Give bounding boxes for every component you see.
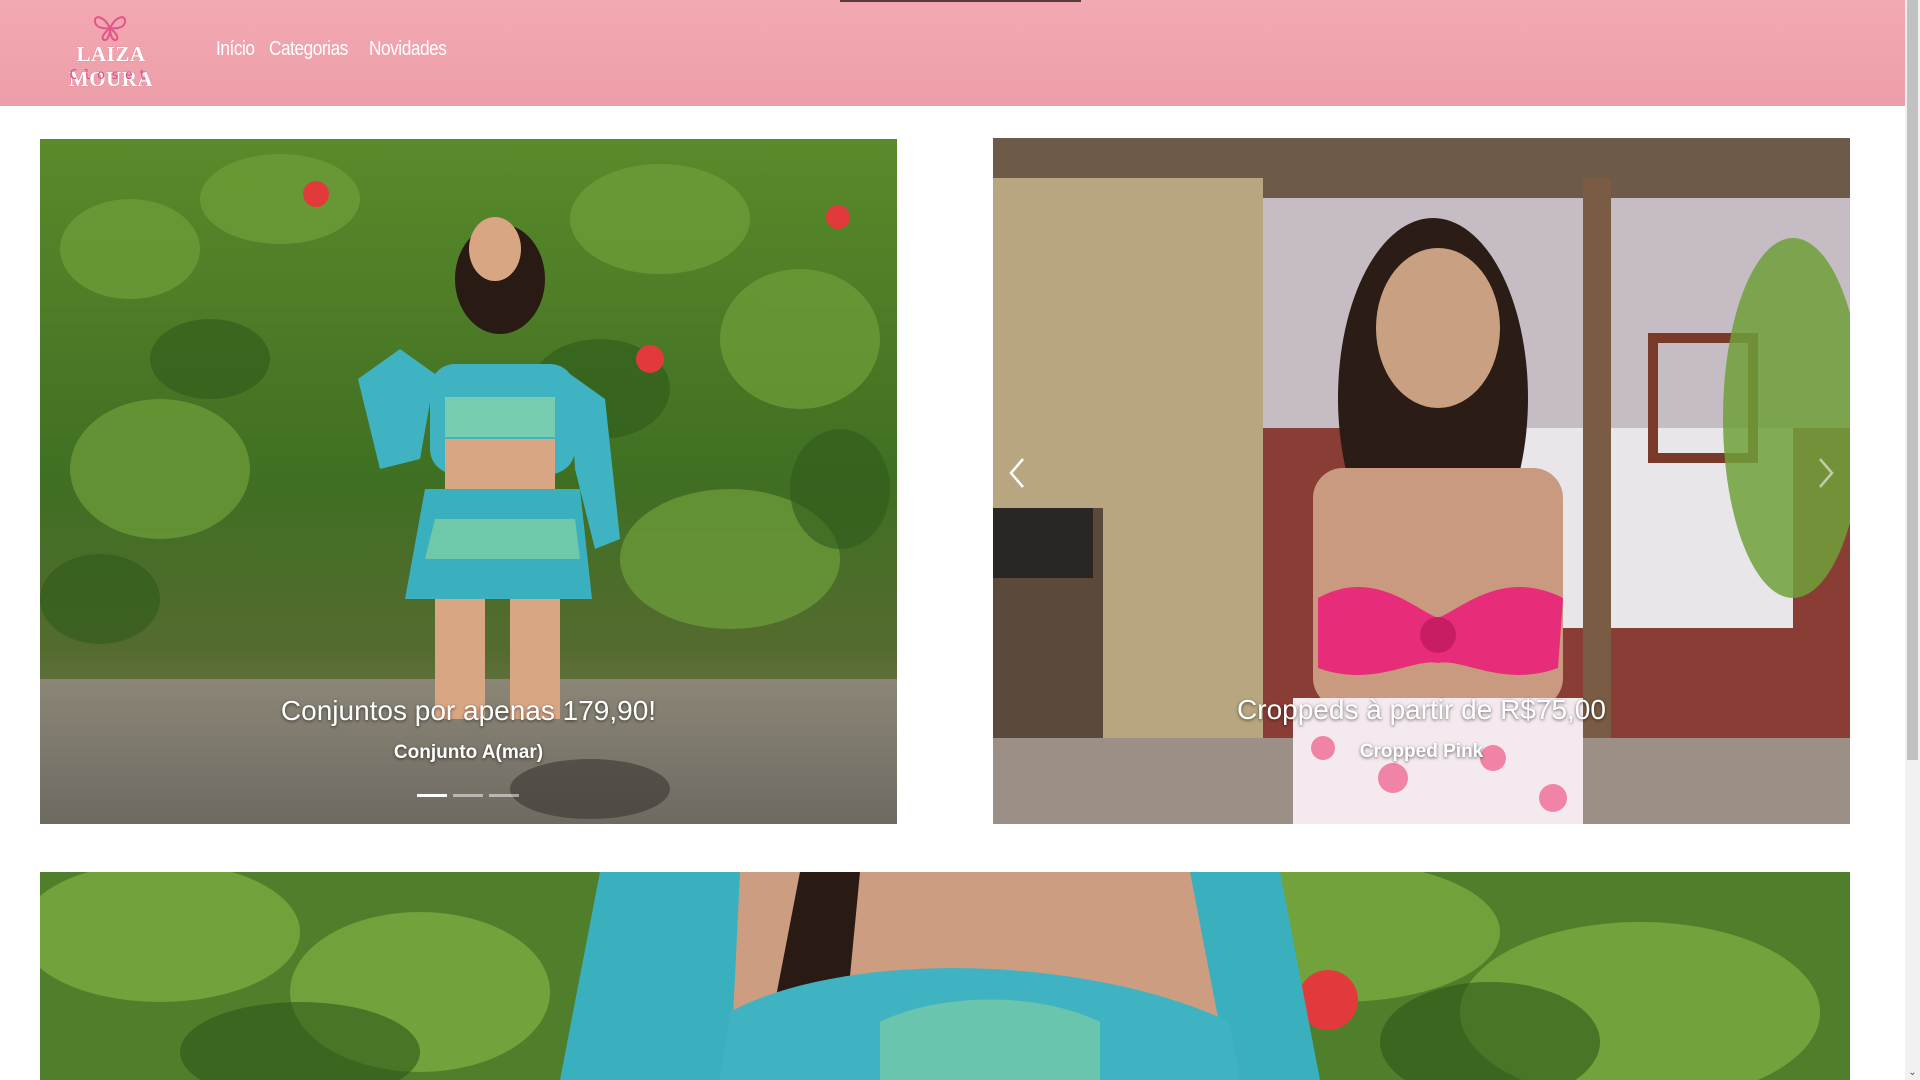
carousel-conjuntos[interactable]: Conjuntos por apenas 179,90! Conjunto A(… <box>40 139 897 824</box>
carousel-indicator-2[interactable] <box>453 794 483 797</box>
scroll-thumb[interactable] <box>1907 0 1918 760</box>
brand-name: LAIZA MOURA <box>68 42 154 91</box>
navbar: LAIZA MOURA Closet Início Categorias Nov… <box>0 0 1905 106</box>
butterfly-icon <box>93 16 127 42</box>
nav-inicio[interactable]: Início <box>216 38 255 61</box>
carousel-next-button[interactable] <box>1806 443 1846 503</box>
carousel-indicators <box>417 794 519 797</box>
carousel-prev-button[interactable] <box>997 443 1037 503</box>
carousel-indicator-1[interactable] <box>417 794 447 797</box>
main-nav: Início Categorias Novidades <box>216 38 451 61</box>
slide-title: Conjuntos por apenas 179,90! <box>280 695 657 726</box>
nav-novidades[interactable]: Novidades <box>369 38 447 61</box>
slide-title: Croppeds à partir de R$75,00 <box>1237 694 1606 725</box>
featured-banner[interactable] <box>40 872 1850 1080</box>
carousel-indicator-3[interactable] <box>489 794 519 797</box>
brand-subtitle: Closet <box>69 68 153 83</box>
nav-categorias[interactable]: Categorias <box>269 38 348 61</box>
carousel-croppeds[interactable]: Croppeds à partir de R$75,00 Cropped Pin… <box>993 138 1850 824</box>
top-progress-bar <box>840 0 1081 2</box>
scroll-down-arrow-icon[interactable]: ⌄ <box>1905 1065 1920 1080</box>
chevron-right-icon <box>1819 458 1834 488</box>
page-scrollbar[interactable]: ▲ ⌄ <box>1905 0 1920 1080</box>
banner-image-conjunto <box>40 872 1850 1080</box>
slide-subtitle: Cropped Pink <box>1359 741 1484 762</box>
slide-subtitle: Conjunto A(mar) <box>393 742 544 763</box>
chevron-left-icon <box>1009 458 1024 488</box>
brand-logo[interactable]: LAIZA MOURA Closet <box>38 14 184 91</box>
